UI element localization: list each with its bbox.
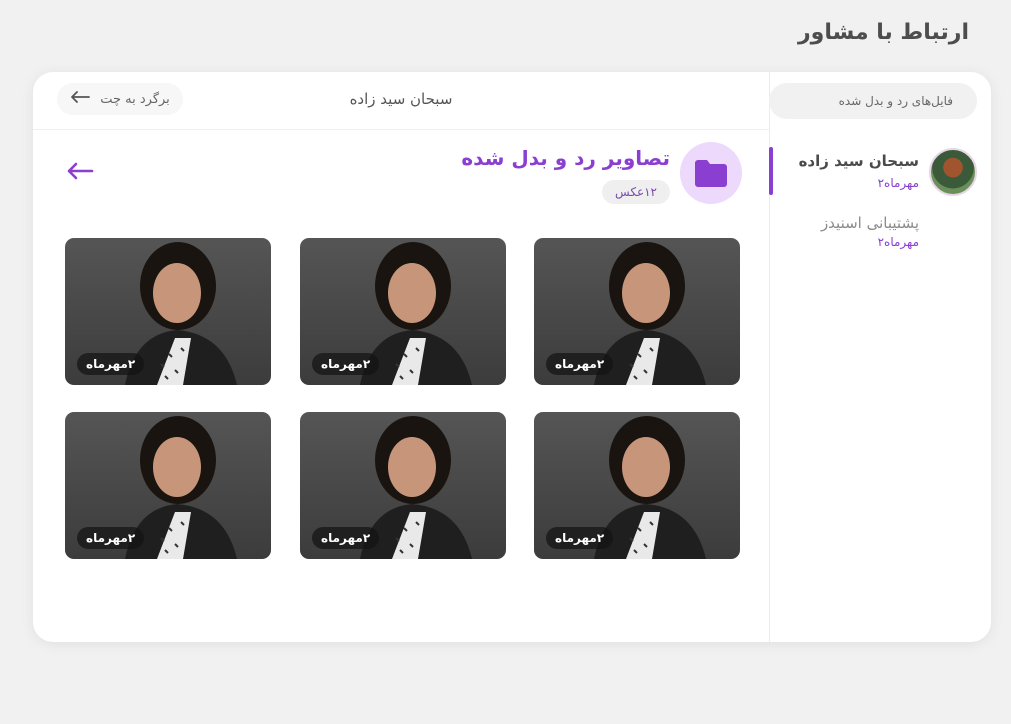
chat-header: سبحان سید زاده برگرد به چت <box>33 72 769 130</box>
page-title: ارتباط با مشاور <box>797 20 969 45</box>
contact-item[interactable]: سبحان سید زاده مهرماه۲ <box>769 148 977 198</box>
contact-date: مهرماه۲ <box>877 176 919 190</box>
contact-name: پشتیبانی اسنیدز <box>820 214 919 232</box>
search-input[interactable]: فایل‌های رد و بدل شده <box>769 83 977 119</box>
avatar <box>929 148 977 196</box>
arrow-left-icon <box>70 90 91 108</box>
contact-item[interactable]: پشتیبانی اسنیدز مهرماه۲ <box>769 210 977 260</box>
photo-thumbnail[interactable]: ۲مهرماه <box>65 412 271 559</box>
photo-thumbnail[interactable]: ۲مهرماه <box>65 238 271 385</box>
folder-icon-badge <box>680 142 742 204</box>
folder-title: تصاویر رد و بدل شده <box>461 146 670 170</box>
photo-date: ۲مهرماه <box>312 353 380 375</box>
photo-thumbnail[interactable]: ۲مهرماه <box>534 412 740 559</box>
back-arrow-icon[interactable] <box>65 156 95 186</box>
photo-date: ۲مهرماه <box>312 527 380 549</box>
photo-thumbnail[interactable]: ۲مهرماه <box>534 238 740 385</box>
photo-date: ۲مهرماه <box>546 527 614 549</box>
sidebar: فایل‌های رد و بدل شده سبحان سید زاده مهر… <box>769 72 991 642</box>
contact-name: سبحان سید زاده <box>798 152 919 170</box>
photo-count-badge: ۱۲عکس <box>602 180 670 204</box>
photo-date: ۲مهرماه <box>77 353 145 375</box>
photo-date: ۲مهرماه <box>546 353 614 375</box>
photo-thumbnail[interactable]: ۲مهرماه <box>300 412 506 559</box>
photo-date: ۲مهرماه <box>77 527 145 549</box>
folder-icon <box>695 160 727 187</box>
contact-date: مهرماه۲ <box>877 235 919 249</box>
main-card: فایل‌های رد و بدل شده سبحان سید زاده مهر… <box>33 72 991 642</box>
back-to-chat-label: برگرد به چت <box>100 91 170 107</box>
back-to-chat-button[interactable]: برگرد به چت <box>57 83 183 115</box>
photo-thumbnail[interactable]: ۲مهرماه <box>300 238 506 385</box>
search-placeholder: فایل‌های رد و بدل شده <box>838 94 953 108</box>
